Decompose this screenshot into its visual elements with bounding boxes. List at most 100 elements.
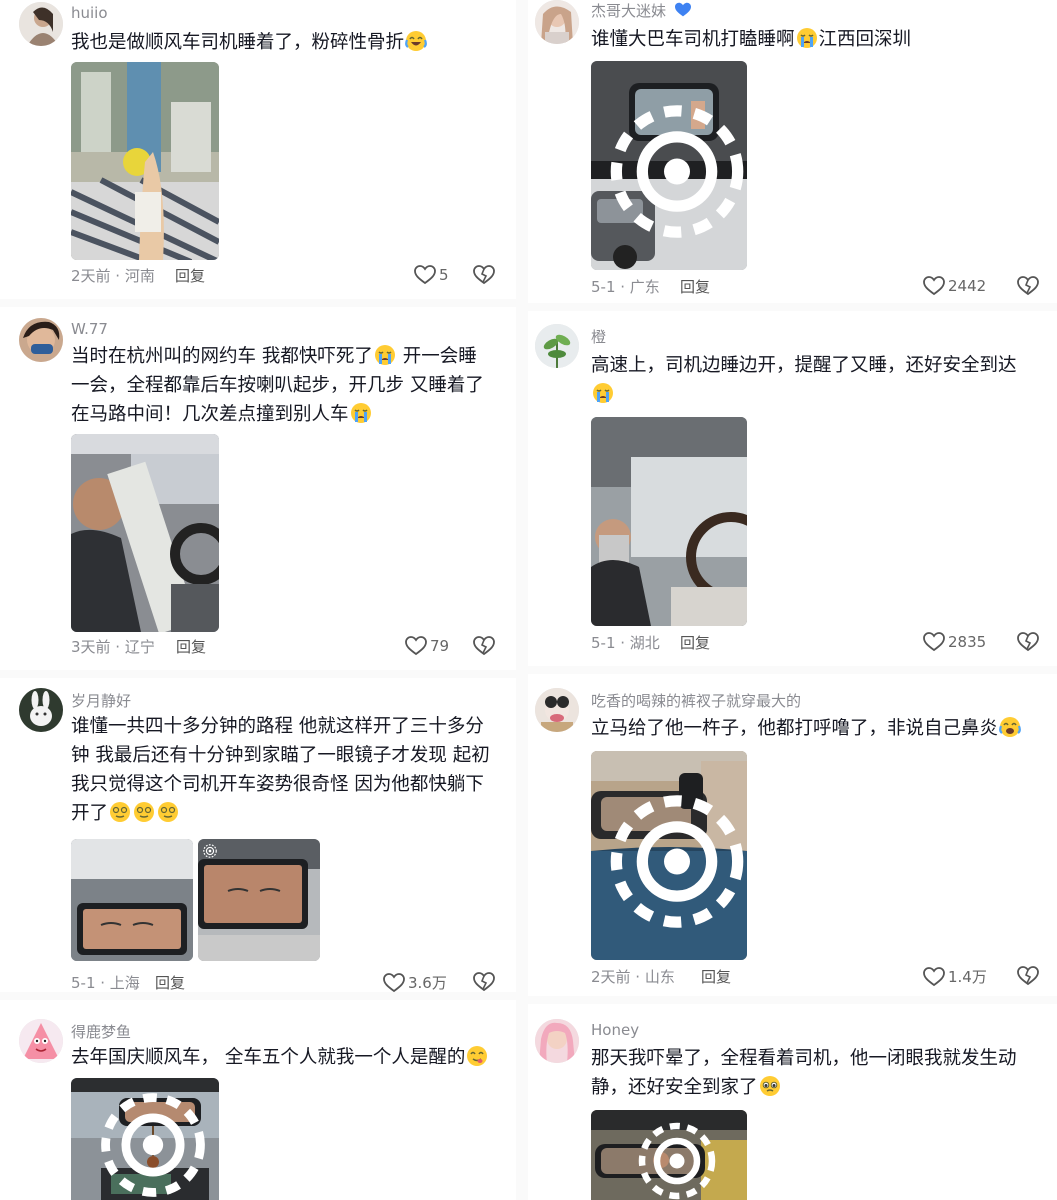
yummy-face-emoji-icon: [467, 1046, 488, 1066]
dislike-button[interactable]: [1017, 966, 1039, 986]
username[interactable]: huiio: [71, 4, 108, 22]
heart-outline-icon: [414, 265, 436, 285]
comment-item: Honey 那天我吓晕了，全程看着司机，他一闭眼我就发生动静，还好安全到家了: [535, 1019, 1050, 1200]
comment-photo[interactable]: [591, 751, 747, 960]
reply-button[interactable]: 回复: [680, 276, 710, 297]
like-button[interactable]: 79: [405, 636, 449, 656]
avatar[interactable]: [535, 688, 579, 732]
username[interactable]: 岁月静好: [71, 690, 131, 711]
avatar[interactable]: [19, 2, 63, 46]
comment-item: 得鹿梦鱼 去年国庆顺风车， 全车五个人就我一个人是醒的: [19, 1019, 509, 1200]
heart-outline-icon: [923, 632, 945, 652]
blue-heart-icon: [675, 2, 691, 17]
live-photo-icon: [610, 105, 744, 238]
avatar[interactable]: [535, 1019, 579, 1063]
column-divider: [516, 0, 528, 1200]
username[interactable]: 杰哥大迷妹: [591, 0, 666, 21]
comment-item: 杰哥大迷妹 谁懂大巴车司机打瞌睡啊 江西回深圳 5-1 · 广东 回复 2442: [535, 0, 1050, 298]
heart-outline-icon: [923, 966, 945, 986]
dislike-button[interactable]: [473, 972, 495, 992]
dislike-button[interactable]: [473, 636, 495, 656]
comment-meta: 5-1 · 湖北: [591, 634, 660, 652]
comment-meta: 5-1 · 广东: [591, 278, 660, 296]
comment-photo[interactable]: [71, 839, 193, 961]
like-count: 1.4万: [948, 968, 987, 986]
broken-heart-icon: [1017, 276, 1039, 296]
comment-meta: 3天前 · 辽宁: [71, 638, 155, 656]
comment-meta: 5-1 · 上海: [71, 974, 140, 992]
comment-text: 立马给了他一杵子，他都打呼噜了，非说自己鼻炎: [591, 714, 1041, 743]
crying-emoji-icon: [593, 383, 613, 403]
like-button[interactable]: 5: [414, 265, 449, 285]
comment-body: 谁懂大巴车司机打瞌睡啊: [591, 29, 795, 50]
avatar[interactable]: [535, 324, 579, 368]
comment-body-continued: 江西回深圳: [818, 29, 912, 50]
comment-photo[interactable]: [591, 417, 747, 626]
loud-crying-emoji-icon: [999, 717, 1021, 737]
dislike-button[interactable]: [1017, 276, 1039, 296]
broken-heart-icon: [473, 265, 495, 285]
reply-button[interactable]: 回复: [701, 966, 731, 987]
heart-outline-icon: [405, 636, 427, 656]
avatar[interactable]: [19, 1019, 63, 1063]
crying-emoji-icon: [374, 345, 395, 365]
comment-text: 我也是做顺风车司机睡着了，粉碎性骨折: [71, 28, 501, 57]
like-button[interactable]: 2835: [923, 632, 986, 652]
comment-item: 橙 高速上，司机边睡边开，提醒了又睡，还好安全到达 5-1 · 湖北 回复 28…: [535, 324, 1050, 660]
like-button[interactable]: 1.4万: [923, 966, 987, 987]
comment-body: 那天我吓晕了，全程看着司机，他一闭眼我就发生动静，还好安全到家了: [591, 1048, 1017, 1098]
comment-item: 吃香的喝辣的裤衩子就穿最大的 立马给了他一杵子，他都打呼噜了，非说自己鼻炎 2天…: [535, 688, 1050, 988]
crying-emoji-icon: [796, 28, 817, 48]
username[interactable]: W.77: [71, 320, 108, 338]
comment-body: 去年国庆顺风车， 全车五个人就我一个人是醒的: [71, 1047, 466, 1068]
comment-text: 那天我吓晕了，全程看着司机，他一闭眼我就发生动静，还好安全到家了: [591, 1044, 1031, 1102]
avatar[interactable]: [19, 318, 63, 362]
like-count: 2442: [948, 277, 987, 295]
live-photo-icon: [101, 1093, 205, 1197]
row-divider: [0, 992, 516, 1000]
username[interactable]: 得鹿梦鱼: [71, 1021, 131, 1042]
like-button[interactable]: 3.6万: [383, 972, 447, 993]
reply-button[interactable]: 回复: [176, 636, 206, 657]
heart-outline-icon: [923, 276, 945, 296]
comment-item: huiio 我也是做顺风车司机睡着了，粉碎性骨折 2天前 · 河南 回复 5: [19, 2, 509, 292]
broken-heart-icon: [473, 636, 495, 656]
comment-text: 当时在杭州叫的网约车 我都快吓死了 开一会睡一会，全程都靠后车按喇叭起步，开几步…: [71, 342, 491, 429]
avatar[interactable]: [535, 0, 579, 44]
comment-photo[interactable]: [71, 1078, 219, 1200]
like-count: 79: [430, 637, 450, 655]
row-divider: [528, 996, 1057, 1004]
comment-body: 高速上，司机边睡边开，提醒了又睡，还好安全到达: [591, 355, 1017, 376]
reply-button[interactable]: 回复: [155, 972, 185, 993]
like-count: 3.6万: [408, 974, 447, 992]
comment-text: 谁懂一共四十多分钟的路程 他就这样开了三十多分钟 我最后还有十分钟到家瞄了一眼镜…: [71, 712, 501, 828]
dizzy-face-emoji-icon: [134, 802, 155, 822]
comment-photo[interactable]: [591, 1110, 747, 1200]
username[interactable]: Honey: [591, 1021, 639, 1039]
comment-meta: 2天前 · 山东: [591, 968, 675, 986]
comment-text: 谁懂大巴车司机打瞌睡啊 江西回深圳: [591, 25, 1041, 54]
live-photo-icon: [203, 844, 217, 858]
pleading-face-emoji-icon: [759, 1076, 780, 1096]
dislike-button[interactable]: [1017, 632, 1039, 652]
comment-meta: 2天前 · 河南: [71, 267, 155, 285]
comment-item: 岁月静好 谁懂一共四十多分钟的路程 他就这样开了三十多分钟 我最后还有十分钟到家…: [19, 688, 509, 992]
comment-photo[interactable]: [71, 434, 219, 632]
comment-text: 高速上，司机边睡边开，提醒了又睡，还好安全到达: [591, 351, 1031, 409]
like-count: 2835: [948, 633, 987, 651]
comment-photo[interactable]: [198, 839, 320, 961]
comment-item: W.77 当时在杭州叫的网约车 我都快吓死了 开一会睡一会，全程都靠后车按喇叭起…: [19, 318, 509, 663]
row-divider: [0, 670, 516, 678]
dislike-button[interactable]: [473, 265, 495, 285]
username[interactable]: 吃香的喝辣的裤衩子就穿最大的: [591, 690, 801, 711]
reply-button[interactable]: 回复: [680, 632, 710, 653]
avatar[interactable]: [19, 688, 63, 732]
comment-body: 我也是做顺风车司机睡着了，粉碎性骨折: [71, 32, 405, 53]
username[interactable]: 橙: [591, 326, 606, 347]
comment-text: 去年国庆顺风车， 全车五个人就我一个人是醒的: [71, 1043, 501, 1072]
laugh-cry-emoji-icon: [405, 31, 427, 51]
comment-photo[interactable]: [71, 62, 219, 260]
like-button[interactable]: 2442: [923, 276, 986, 296]
comment-photo[interactable]: [591, 61, 747, 270]
reply-button[interactable]: 回复: [175, 265, 205, 286]
